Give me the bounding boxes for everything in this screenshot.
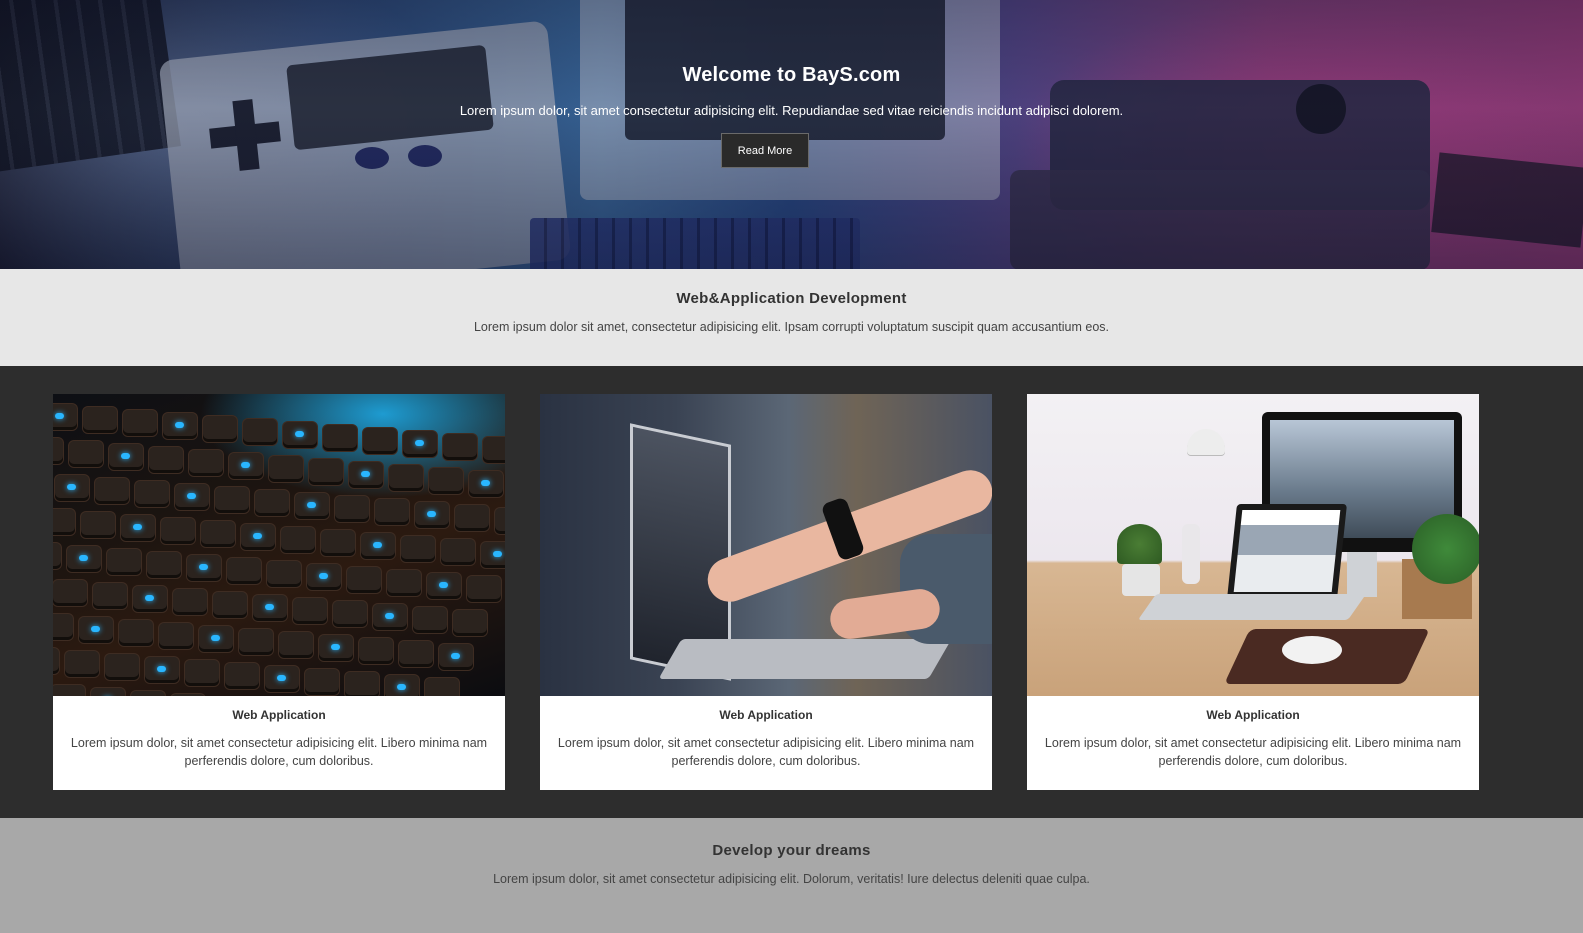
intro-text: Lorem ipsum dolor sit amet, consectetur … (473, 320, 1109, 334)
card-text: Lorem ipsum dolor, sit amet consectetur … (70, 736, 488, 768)
service-card[interactable]: Web Application Lorem ipsum dolor, sit a… (1027, 394, 1479, 790)
card-title: Web Application (232, 708, 326, 722)
hero-banner: Welcome to BayS.com Lorem ipsum dolor, s… (0, 0, 1583, 269)
hero-title: Welcome to BayS.com (682, 64, 901, 86)
intro-section: Web&Application Development Lorem ipsum … (0, 269, 1583, 366)
laptop-hands-photo-icon (540, 394, 992, 696)
keyboard-photo-icon (53, 394, 505, 696)
dreams-text: Lorem ipsum dolor, sit amet consectetur … (493, 872, 1090, 886)
card-text: Lorem ipsum dolor, sit amet consectetur … (1044, 736, 1462, 768)
card-title: Web Application (1206, 708, 1300, 722)
hero-subtitle: Lorem ipsum dolor, sit amet consectetur … (459, 103, 1124, 118)
cards-section: Web Application Lorem ipsum dolor, sit a… (0, 366, 1583, 818)
card-text: Lorem ipsum dolor, sit amet consectetur … (557, 736, 975, 768)
service-card[interactable]: Web Application Lorem ipsum dolor, sit a… (540, 394, 992, 790)
read-more-button[interactable]: Read More (721, 133, 809, 168)
intro-title: Web&Application Development (676, 290, 907, 307)
card-title: Web Application (719, 708, 813, 722)
service-card[interactable]: Web Application Lorem ipsum dolor, sit a… (53, 394, 505, 790)
dreams-title: Develop your dreams (712, 842, 871, 859)
dreams-section: Develop your dreams Lorem ipsum dolor, s… (0, 818, 1583, 933)
desk-setup-photo-icon (1027, 394, 1479, 696)
